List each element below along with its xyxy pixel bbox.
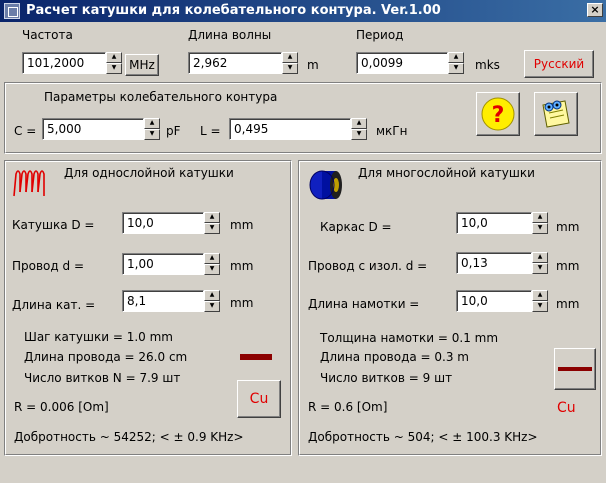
multi-diameter-input[interactable]: 10,0 [456, 212, 532, 234]
multi-length-input[interactable]: 10,0 [456, 290, 532, 312]
wave-input[interactable]: 2,962 [188, 52, 282, 74]
about-button[interactable] [534, 92, 578, 136]
single-wire-up-button[interactable]: ▲ [204, 253, 220, 264]
single-resistance-text: R = 0.006 [Om] [14, 400, 109, 414]
capacitance-down-button[interactable]: ▼ [144, 129, 160, 140]
multi-length-up-button[interactable]: ▲ [532, 290, 548, 301]
circuit-panel-title: Параметры колебательного контура [44, 90, 278, 104]
multi-wire-unit: mm [556, 259, 580, 273]
single-wire-input[interactable]: 1,00 [122, 253, 204, 275]
multi-resistance-text: R = 0.6 [Om] [308, 400, 388, 414]
single-quality-text: Добротность ~ 54252; < ± 0.9 KHz> [14, 430, 244, 444]
wave-up-button[interactable]: ▲ [282, 52, 298, 63]
period-up-button[interactable]: ▲ [448, 52, 464, 63]
multi-length-label: Длина намотки = [308, 297, 420, 311]
single-coil-icon [13, 170, 45, 197]
inductance-unit: мкГн [376, 124, 408, 138]
freq-input[interactable]: 101,2000 [22, 52, 106, 74]
wave-spinbox[interactable]: 2,962 ▲ ▼ [188, 52, 298, 74]
multi-wire-color-button[interactable] [554, 348, 596, 390]
multi-wire-input[interactable]: 0,13 [456, 252, 532, 274]
help-icon: ? [481, 97, 515, 131]
multi-wire-up-button[interactable]: ▲ [532, 252, 548, 263]
period-unit: mks [475, 58, 500, 72]
wave-unit: m [307, 58, 319, 72]
window-title: Расчет катушки для колебательного контур… [26, 3, 441, 18]
multi-diameter-unit: mm [556, 220, 580, 234]
single-length-spinbox[interactable]: 8,1 ▲ ▼ [122, 290, 220, 312]
single-wire-swatch [240, 354, 272, 360]
inductance-down-button[interactable]: ▼ [351, 129, 367, 140]
multi-panel-title: Для многослойной катушки [358, 166, 535, 180]
period-down-button[interactable]: ▼ [448, 63, 464, 74]
inductance-spinbox[interactable]: 0,495 ▲ ▼ [229, 118, 367, 140]
multi-wire-label: Провод с изол. d = [308, 259, 428, 273]
capacitance-input[interactable]: 5,000 [42, 118, 144, 140]
period-label: Период [356, 28, 404, 42]
multi-diameter-spinbox[interactable]: 10,0 ▲ ▼ [456, 212, 548, 234]
single-length-down-button[interactable]: ▼ [204, 301, 220, 312]
multi-wire-spinbox[interactable]: 0,13 ▲ ▼ [456, 252, 548, 274]
single-length-unit: mm [230, 296, 254, 310]
wave-label: Длина волны [188, 28, 272, 42]
multi-wire-down-button[interactable]: ▼ [532, 263, 548, 274]
capacitance-label: C = [14, 124, 37, 138]
single-pitch-text: Шаг катушки = 1.0 mm [24, 330, 173, 344]
single-wire-down-button[interactable]: ▼ [204, 264, 220, 275]
single-length-input[interactable]: 8,1 [122, 290, 204, 312]
wave-down-button[interactable]: ▼ [282, 63, 298, 74]
capacitance-unit: pF [166, 124, 181, 138]
close-button[interactable]: × [587, 3, 603, 17]
app-icon[interactable] [4, 3, 20, 19]
single-diameter-down-button[interactable]: ▼ [204, 223, 220, 234]
single-diameter-spinbox[interactable]: 10,0 ▲ ▼ [122, 212, 220, 234]
title-bar: Расчет катушки для колебательного контур… [0, 0, 606, 22]
inductance-up-button[interactable]: ▲ [351, 118, 367, 129]
multi-coil-icon [309, 170, 342, 200]
single-turns-text: Число витков N = 7.9 шт [24, 371, 181, 385]
inductance-label: L = [200, 124, 221, 138]
multi-wire-swatch [558, 367, 592, 371]
inductance-input[interactable]: 0,495 [229, 118, 351, 140]
freq-down-button[interactable]: ▼ [106, 63, 122, 74]
single-length-up-button[interactable]: ▲ [204, 290, 220, 301]
multi-length-down-button[interactable]: ▼ [532, 301, 548, 312]
single-wire-unit: mm [230, 259, 254, 273]
freq-up-button[interactable]: ▲ [106, 52, 122, 63]
multi-quality-text: Добротность ~ 504; < ± 100.3 KHz> [308, 430, 538, 444]
multi-length-unit: mm [556, 297, 580, 311]
multi-diameter-down-button[interactable]: ▼ [532, 223, 548, 234]
single-length-label: Длина кат. = [12, 298, 96, 312]
single-diameter-unit: mm [230, 218, 254, 232]
single-diameter-label: Катушка D = [12, 218, 95, 232]
freq-label: Частота [22, 28, 73, 42]
help-button[interactable]: ? [476, 92, 520, 136]
freq-unit-button[interactable]: MHz [125, 54, 159, 76]
multi-turns-text: Число витков = 9 шт [320, 371, 453, 385]
single-diameter-up-button[interactable]: ▲ [204, 212, 220, 223]
multi-wire-length-text: Длина провода = 0.3 m [320, 350, 469, 364]
single-material-button[interactable]: Cu [237, 380, 281, 418]
help-glyph: ? [492, 103, 505, 128]
single-wire-spinbox[interactable]: 1,00 ▲ ▼ [122, 253, 220, 275]
period-input[interactable]: 0,0099 [356, 52, 448, 74]
single-wire-length-text: Длина провода = 26.0 cm [24, 350, 188, 364]
single-wire-label: Провод d = [12, 259, 84, 273]
about-scroll-icon [542, 100, 570, 128]
multi-thickness-text: Толщина намотки = 0.1 mm [320, 331, 499, 345]
single-panel-title: Для однослойной катушки [64, 166, 234, 180]
single-diameter-input[interactable]: 10,0 [122, 212, 204, 234]
capacitance-spinbox[interactable]: 5,000 ▲ ▼ [42, 118, 160, 140]
capacitance-up-button[interactable]: ▲ [144, 118, 160, 129]
freq-spinbox[interactable]: 101,2000 ▲ ▼ [22, 52, 122, 74]
multi-diameter-up-button[interactable]: ▲ [532, 212, 548, 223]
language-button[interactable]: Русский [524, 50, 594, 78]
multi-diameter-label: Каркас D = [320, 220, 392, 234]
period-spinbox[interactable]: 0,0099 ▲ ▼ [356, 52, 464, 74]
multi-material-label[interactable]: Cu [557, 400, 576, 416]
multi-length-spinbox[interactable]: 10,0 ▲ ▼ [456, 290, 548, 312]
